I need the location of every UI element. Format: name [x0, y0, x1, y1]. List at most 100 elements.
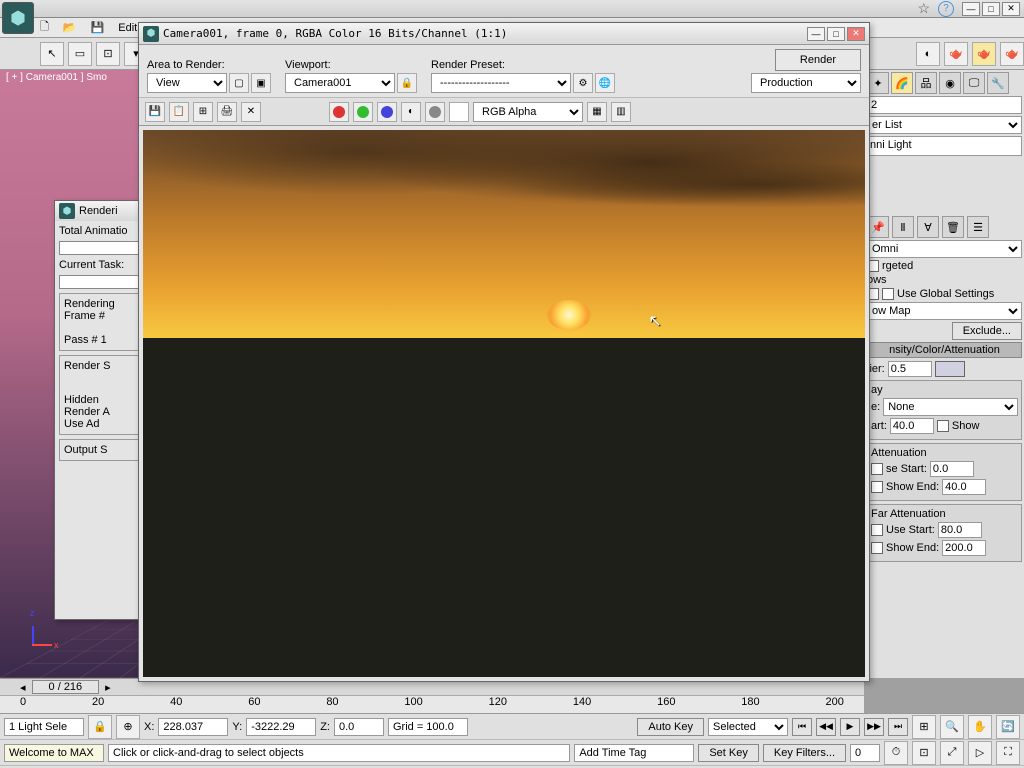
- lock-viewport-icon[interactable]: 🔒: [397, 73, 417, 93]
- setkey-button[interactable]: Set Key: [698, 744, 759, 762]
- coord-z[interactable]: 0.0: [334, 718, 384, 736]
- goto-end-icon[interactable]: ⏭: [888, 718, 908, 736]
- pan-icon[interactable]: ✋: [968, 715, 992, 739]
- goto-start-icon[interactable]: ⏮: [792, 718, 812, 736]
- min-max-toggle-icon[interactable]: ⊡: [912, 741, 936, 765]
- light-color-swatch[interactable]: [935, 361, 965, 377]
- play-icon[interactable]: ▶: [840, 718, 860, 736]
- blue-channel-toggle[interactable]: [377, 102, 397, 122]
- far-start-spinner[interactable]: [938, 522, 982, 538]
- modifier-stack-item[interactable]: nni Light: [867, 136, 1022, 156]
- near-start-spinner[interactable]: [930, 461, 974, 477]
- print-icon[interactable]: 🖨: [217, 102, 237, 122]
- far-show-checkbox[interactable]: [871, 542, 883, 554]
- save-image-icon[interactable]: 💾: [145, 102, 165, 122]
- pin-stack-icon[interactable]: 📌: [867, 216, 889, 238]
- production-select[interactable]: Production: [751, 73, 861, 93]
- bg-color-swatch[interactable]: [449, 102, 469, 122]
- quick-render-icon[interactable]: 🫖: [1000, 42, 1024, 66]
- show-result-icon[interactable]: Ⅱ: [892, 216, 914, 238]
- time-slider-thumb[interactable]: 0 / 216: [32, 680, 100, 694]
- decay-start-spinner[interactable]: [890, 418, 934, 434]
- auto-region-icon[interactable]: ▣: [251, 73, 271, 93]
- zoom-icon[interactable]: 🔍: [940, 715, 964, 739]
- time-ruler[interactable]: 0 20 40 60 80 100 120 140 160 180 200: [0, 695, 864, 713]
- render-maximize-button[interactable]: □: [827, 27, 845, 41]
- transform-center-icon[interactable]: ⊕: [116, 715, 140, 739]
- far-end-spinner[interactable]: [942, 540, 986, 556]
- near-show-checkbox[interactable]: [871, 481, 883, 493]
- alpha-channel-toggle[interactable]: ◐: [401, 102, 421, 122]
- file-open-icon[interactable]: 📂: [63, 21, 77, 34]
- coord-y[interactable]: -3222.29: [246, 718, 316, 736]
- time-config-icon[interactable]: ⏱: [884, 741, 908, 765]
- intensity-rollout[interactable]: nsity/Color/Attenuation: [867, 342, 1022, 358]
- help-icon[interactable]: ?: [938, 1, 954, 17]
- render-button[interactable]: Render: [775, 49, 861, 71]
- rect-select-icon[interactable]: ▭: [68, 42, 92, 66]
- red-channel-toggle[interactable]: [329, 102, 349, 122]
- hierarchy-tab-icon[interactable]: 品: [915, 72, 937, 94]
- edit-region-icon[interactable]: ▢: [229, 73, 249, 93]
- utilities-tab-icon[interactable]: 🔧: [987, 72, 1009, 94]
- exclude-button[interactable]: Exclude...: [952, 322, 1022, 340]
- favorite-icon[interactable]: ☆: [917, 0, 930, 17]
- render-window-titlebar[interactable]: ⬢ Camera001, frame 0, RGBA Color 16 Bits…: [139, 23, 869, 45]
- near-end-spinner[interactable]: [942, 479, 986, 495]
- time-next-icon[interactable]: ▸: [105, 681, 111, 694]
- render-minimize-button[interactable]: —: [807, 27, 825, 41]
- decay-type-select[interactable]: None: [883, 398, 1018, 416]
- viewport-nav-icon[interactable]: ⊞: [912, 715, 936, 739]
- render-preset-select[interactable]: -------------------: [431, 73, 571, 93]
- create-tab-icon[interactable]: ✦: [867, 72, 889, 94]
- channel-display-select[interactable]: RGB Alpha: [473, 102, 583, 122]
- green-channel-toggle[interactable]: [353, 102, 373, 122]
- light-type-select[interactable]: Omni: [867, 240, 1022, 258]
- minimize-button[interactable]: —: [962, 2, 980, 16]
- modify-tab-icon[interactable]: 🌈: [891, 72, 913, 94]
- time-tag[interactable]: Add Time Tag: [574, 744, 694, 762]
- copy-image-icon[interactable]: 📋: [169, 102, 189, 122]
- render-setup-shortcut-icon[interactable]: ⚙: [573, 73, 593, 93]
- mono-toggle[interactable]: [425, 102, 445, 122]
- next-frame-icon[interactable]: ▶▶: [864, 718, 884, 736]
- remove-mod-icon[interactable]: 🗑: [942, 216, 964, 238]
- window-crossing-icon[interactable]: ⊡: [96, 42, 120, 66]
- render-output-canvas[interactable]: ↖: [143, 130, 865, 677]
- toggle-ui-icon[interactable]: ▥: [611, 102, 631, 122]
- time-prev-icon[interactable]: ◂: [20, 681, 26, 694]
- key-mode-select[interactable]: Selected: [708, 718, 788, 736]
- lock-selection-icon[interactable]: 🔒: [88, 715, 112, 739]
- field-of-view-icon[interactable]: ▷: [968, 741, 992, 765]
- file-save-icon[interactable]: 💾: [91, 21, 105, 34]
- area-to-render-select[interactable]: View: [147, 73, 227, 93]
- file-new-icon[interactable]: 🗋: [40, 18, 49, 37]
- near-use-checkbox[interactable]: [871, 463, 883, 475]
- configure-icon[interactable]: ☰: [967, 216, 989, 238]
- clear-icon[interactable]: ✕: [241, 102, 261, 122]
- coord-x[interactable]: 228.037: [158, 718, 228, 736]
- render-setup-icon[interactable]: 🫖: [944, 42, 968, 66]
- viewport-label[interactable]: [ + ] Camera001 ] Smo: [6, 72, 107, 83]
- clone-window-icon[interactable]: ⊞: [193, 102, 213, 122]
- keyfilters-button[interactable]: Key Filters...: [763, 744, 846, 762]
- motion-tab-icon[interactable]: ◉: [939, 72, 961, 94]
- decay-show-checkbox[interactable]: [937, 420, 949, 432]
- multiplier-spinner[interactable]: [888, 361, 932, 377]
- viewport-select[interactable]: Camera001: [285, 73, 395, 93]
- shadow-type-select[interactable]: ow Map: [867, 302, 1022, 320]
- menu-edit[interactable]: Edit: [118, 22, 137, 34]
- toggle-overlay-icon[interactable]: ▦: [587, 102, 607, 122]
- material-editor-icon[interactable]: ◐: [916, 42, 940, 66]
- autokey-button[interactable]: Auto Key: [637, 718, 704, 736]
- render-close-button[interactable]: ✕: [847, 27, 865, 41]
- unique-icon[interactable]: ∀: [917, 216, 939, 238]
- current-frame[interactable]: 0: [850, 744, 880, 762]
- far-use-checkbox[interactable]: [871, 524, 883, 536]
- modifier-list-select[interactable]: er List: [867, 116, 1022, 134]
- prev-frame-icon[interactable]: ◀◀: [816, 718, 836, 736]
- orbit-icon[interactable]: 🔄: [996, 715, 1020, 739]
- close-button[interactable]: ✕: [1002, 2, 1020, 16]
- maximize-button[interactable]: □: [982, 2, 1000, 16]
- render-frame-icon[interactable]: 🫖: [972, 42, 996, 66]
